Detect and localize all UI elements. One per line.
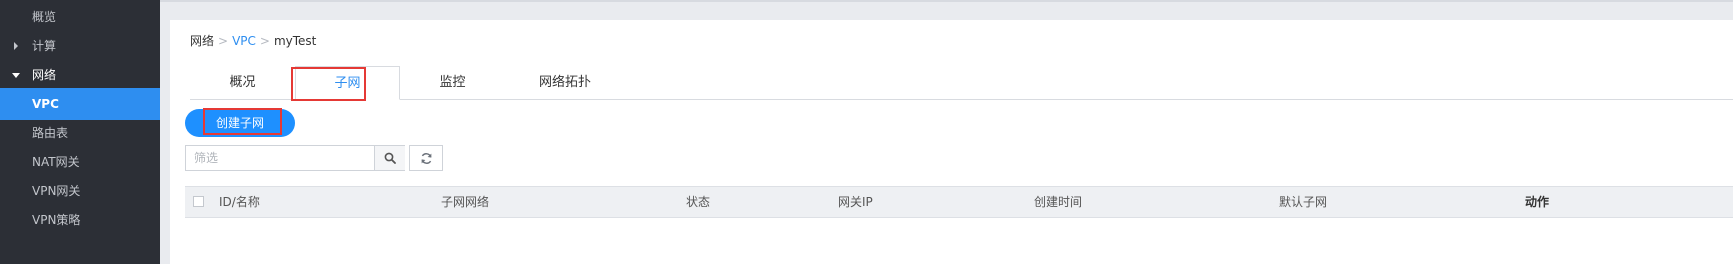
tab-overview[interactable]: 概况: [190, 66, 295, 99]
sidebar-group-compute[interactable]: 计算: [0, 30, 160, 62]
sidebar-item-vpn-gateway[interactable]: VPN网关: [0, 175, 160, 207]
tab-label: 概况: [229, 75, 256, 90]
sidebar-group-network[interactable]: 网络: [0, 59, 160, 91]
sidebar-item-label: 概览: [32, 10, 57, 24]
breadcrumb-root[interactable]: 网络: [190, 34, 214, 48]
column-header-id-name[interactable]: ID/名称: [219, 187, 260, 217]
column-header-default-subnet[interactable]: 默认子网: [1279, 187, 1327, 217]
breadcrumb-separator: >: [259, 34, 270, 48]
search-button[interactable]: [374, 146, 405, 170]
tab-network-topology[interactable]: 网络拓扑: [505, 66, 625, 99]
refresh-button[interactable]: [409, 145, 443, 171]
top-border: [160, 0, 1733, 2]
sidebar-item-label: VPN网关: [32, 184, 81, 198]
column-header-gateway-ip[interactable]: 网关IP: [838, 187, 873, 217]
sidebar-item-label: 路由表: [32, 126, 69, 140]
sidebar-item-route-table[interactable]: 路由表: [0, 117, 160, 149]
create-subnet-button[interactable]: 创建子网: [185, 109, 295, 137]
filter-box: [185, 145, 405, 171]
breadcrumb-current: myTest: [273, 34, 317, 48]
column-header-actions: 动作: [1525, 195, 1550, 209]
tab-monitoring[interactable]: 监控: [400, 66, 505, 99]
sidebar-item-label: VPN策略: [32, 213, 81, 227]
sidebar-item-overview[interactable]: 概览: [0, 1, 160, 33]
breadcrumb-vpc-link[interactable]: VPC: [232, 34, 256, 48]
main-panel: 网络 > VPC > myTest 概况 子网 监控 网络拓扑 创建子网 筛选 …: [170, 20, 1733, 264]
sidebar-item-label: VPC: [32, 97, 59, 111]
caret-down-icon: [10, 59, 22, 91]
tab-label: 子网: [334, 76, 361, 91]
column-header-subnet-network[interactable]: 子网网络: [441, 187, 489, 217]
breadcrumb: 网络 > VPC > myTest: [190, 33, 316, 49]
sidebar-item-vpc[interactable]: VPC: [0, 88, 160, 120]
tab-label: 网络拓扑: [538, 75, 591, 90]
tab-label: 监控: [439, 75, 466, 90]
column-header-created-time[interactable]: 创建时间: [1034, 187, 1082, 217]
sidebar-item-label: 网络: [32, 68, 57, 82]
create-subnet-label: 创建子网: [215, 116, 264, 130]
sidebar-item-label: NAT网关: [32, 155, 80, 169]
sidebar-item-label: 计算: [32, 39, 57, 53]
refresh-icon: [421, 152, 431, 164]
table-header: ID/名称 子网网络 状态 网关IP 创建时间 默认子网 动作: [185, 186, 1733, 218]
search-icon: [384, 152, 396, 164]
caret-right-icon: [10, 30, 22, 62]
breadcrumb-separator: >: [218, 34, 229, 48]
sidebar: 概览 计算 网络 VPC 路由表 NAT网关 VPN网关 VPN策略: [0, 0, 160, 264]
sidebar-item-nat-gateway[interactable]: NAT网关: [0, 146, 160, 178]
filter-input[interactable]: [186, 146, 374, 170]
select-all-checkbox[interactable]: [193, 196, 204, 207]
tab-subnet[interactable]: 子网: [295, 66, 400, 100]
column-header-status[interactable]: 状态: [686, 187, 710, 217]
tab-bar: 概况 子网 监控 网络拓扑: [190, 66, 1733, 100]
sidebar-item-vpn-policy[interactable]: VPN策略: [0, 204, 160, 236]
